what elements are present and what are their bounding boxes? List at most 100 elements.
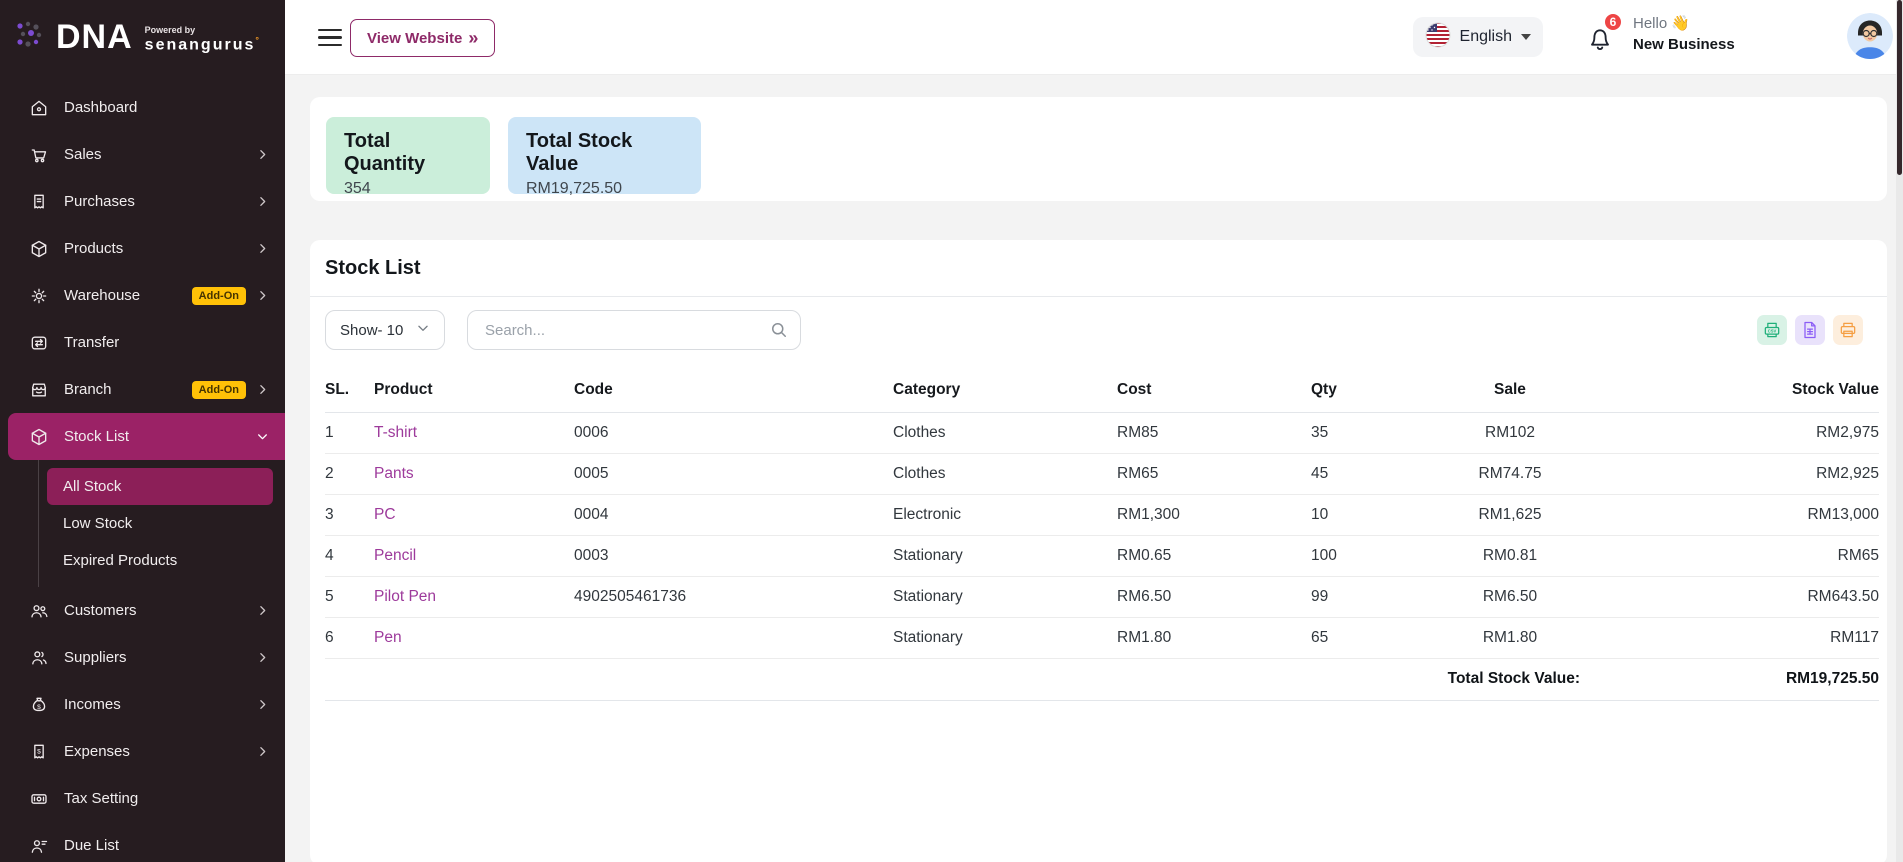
sidebar-item-dashboard[interactable]: Dashboard [0,84,285,131]
user-greeting: Hello 👋 New Business [1633,14,1783,53]
transfer-icon [28,332,50,354]
stock-list-title: Stock List [325,257,421,280]
col-qty: Qty [1311,368,1440,412]
avatar[interactable] [1847,13,1893,59]
app-window: DNA Powered by senangurus° Dashboard [0,0,1903,862]
total-stock-value-card: Total Stock Value RM19,725.50 [508,117,701,194]
hamburger-menu-icon[interactable] [318,29,342,51]
table-total-row: Total Stock Value: RM19,725.50 [325,658,1879,700]
table-row: 3 PC 0004 Electronic RM1,300 10 RM1,625 … [325,494,1879,535]
stock-table: SL. Product Code Category Cost Qty Sale … [325,368,1879,701]
sidebar-item-purchases[interactable]: Purchases [0,178,285,225]
topbar: View Website» [285,0,1903,75]
language-selector[interactable]: English [1413,17,1543,57]
table-row: 1 T-shirt 0006 Clothes RM85 35 RM102 RM2… [325,412,1879,453]
chevron-right-icon [256,289,269,302]
submenu-item-all-stock[interactable]: All Stock [47,468,273,505]
powered-by-label: Powered by [145,25,261,35]
csv-export-icon[interactable]: CSV [1757,315,1787,345]
print-icon[interactable] [1833,315,1863,345]
search-input[interactable] [467,310,801,350]
cart-icon [28,144,50,166]
table-row: 4 Pencil 0003 Stationary RM0.65 100 RM0.… [325,535,1879,576]
product-link[interactable]: T-shirt [374,424,417,441]
table-header-row: SL. Product Code Category Cost Qty Sale … [325,368,1879,412]
suppliers-icon [28,647,50,669]
col-cost: Cost [1117,368,1311,412]
customers-icon [28,600,50,622]
chevron-right-icon [256,383,269,396]
sidebar-item-due-list[interactable]: Due List [0,822,285,862]
brand-name: DNA [56,18,133,57]
due-list-icon [28,835,50,857]
submenu-item-low-stock[interactable]: Low Stock [39,505,285,542]
file-export-icon[interactable] [1795,315,1825,345]
product-link[interactable]: Pilot Pen [374,588,436,605]
col-stock-value: Stock Value [1580,368,1879,412]
total-stock-value: RM19,725.50 [1580,658,1879,700]
sidebar-item-incomes[interactable]: $ Incomes [0,681,285,728]
table-row: 2 Pants 0005 Clothes RM65 45 RM74.75 RM2… [325,453,1879,494]
table-row: 5 Pilot Pen 4902505461736 Stationary RM6… [325,576,1879,617]
home-icon [28,97,50,119]
chevron-right-icon [256,148,269,161]
chevron-right-icon [256,195,269,208]
chevron-down-icon [416,321,430,339]
powered-brand-name: senangurus° [145,35,261,54]
svg-text:$: $ [37,704,41,711]
notification-bell[interactable]: 6 [1585,24,1615,54]
sidebar-item-tax-setting[interactable]: Tax Setting [0,775,285,822]
stock-list-submenu: All Stock Low Stock Expired Products [38,460,285,587]
sidebar-item-customers[interactable]: Customers [0,587,285,634]
sidebar-item-expenses[interactable]: $ Expenses [0,728,285,775]
double-arrow-icon: » [468,29,478,47]
export-buttons: CSV [1757,315,1863,345]
expense-receipt-icon: $ [28,741,50,763]
product-link[interactable]: Pencil [374,547,416,564]
scrollbar[interactable] [1896,0,1903,862]
wave-emoji: 👋 [1671,15,1690,32]
col-code: Code [574,368,893,412]
show-entries-select[interactable]: Show- 10 [325,310,445,350]
money-bag-icon: $ [28,694,50,716]
caret-down-icon [1521,34,1531,40]
main-content: Total Quantity 354 Total Stock Value RM1… [285,75,1903,862]
sidebar-item-suppliers[interactable]: Suppliers [0,634,285,681]
scrollbar-thumb[interactable] [1897,0,1902,175]
svg-text:CSV: CSV [1768,328,1777,333]
product-link[interactable]: Pen [374,629,402,646]
us-flag-icon [1425,22,1451,53]
notification-count-badge: 6 [1603,12,1623,32]
total-stock-value-amount: RM19,725.50 [526,180,683,198]
box-icon [28,238,50,260]
stats-summary-card: Total Quantity 354 Total Stock Value RM1… [310,97,1887,201]
svg-text:$: $ [37,748,41,755]
bell-icon [1585,41,1615,58]
stock-box-icon [28,426,50,448]
total-stock-value-label: Total Stock Value: [325,658,1580,700]
chevron-right-icon [256,242,269,255]
sidebar-item-warehouse[interactable]: Warehouse Add-On [0,272,285,319]
gear-icon [28,285,50,307]
total-quantity-title: Total Quantity [344,130,472,176]
business-name: New Business [1633,36,1783,53]
chevron-right-icon [256,698,269,711]
divider [310,296,1887,297]
sidebar-item-sales[interactable]: Sales [0,131,285,178]
product-link[interactable]: PC [374,506,396,523]
sidebar-item-branch[interactable]: Branch Add-On [0,366,285,413]
addon-badge: Add-On [192,381,246,399]
brand-logo[interactable]: DNA Powered by senangurus° [0,0,285,75]
search-icon [769,320,789,345]
sidebar-item-stock-list[interactable]: Stock List [8,413,285,460]
sidebar-item-transfer[interactable]: Transfer [0,319,285,366]
store-icon [28,379,50,401]
col-category: Category [893,368,1117,412]
addon-badge: Add-On [192,287,246,305]
view-website-button[interactable]: View Website» [350,19,495,57]
product-link[interactable]: Pants [374,465,414,482]
sidebar-item-products[interactable]: Products [0,225,285,272]
tax-icon [28,788,50,810]
total-quantity-card: Total Quantity 354 [326,117,490,194]
submenu-item-expired-products[interactable]: Expired Products [39,542,285,579]
